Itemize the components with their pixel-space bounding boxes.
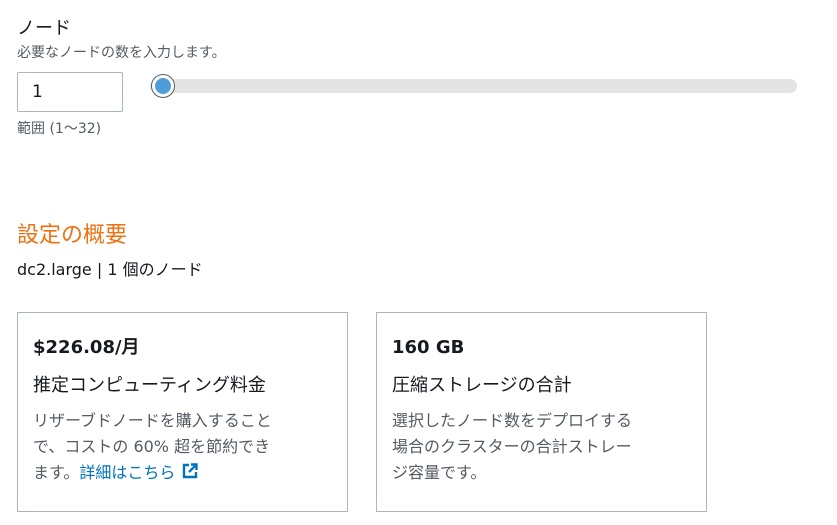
compute-desc-line: リザーブドノードを購入すること xyxy=(33,411,272,430)
slider-thumb[interactable] xyxy=(152,75,174,97)
storage-total-description: 選択したノード数をデプロイする 場合のクラスターの合計ストレー ジ容量です。 xyxy=(392,408,692,486)
storage-total-label: 圧縮ストレージの合計 xyxy=(392,375,572,396)
compute-desc-line-with-link: ます。詳細はこちら xyxy=(33,460,333,486)
node-configuration-panel: ノード 必要なノードの数を入力します。 範囲 (1〜32) 設定の概要 dc2.… xyxy=(0,0,837,525)
compute-cost-value: $226.08/月 xyxy=(33,337,140,358)
storage-total-value: 160 GB xyxy=(392,337,465,358)
storage-desc-line: 場合のクラスターの合計ストレー xyxy=(392,437,632,456)
compute-cost-description: リザーブドノードを購入すること で、コストの 60% 超を節約でき ます。詳細は… xyxy=(33,408,333,486)
compute-cost-card: $226.08/月 推定コンピューティング料金 リザーブドノードを購入すること … xyxy=(17,312,348,512)
summary-subtitle: dc2.large | 1 個のノード xyxy=(17,260,203,279)
storage-total-card: 160 GB 圧縮ストレージの合計 選択したノード数をデプロイする 場合のクラス… xyxy=(376,312,707,512)
learn-more-link-text[interactable]: 詳細はこちら xyxy=(79,463,175,482)
compute-desc-line: ます。 xyxy=(33,463,80,482)
node-field-label: ノード xyxy=(17,18,71,39)
storage-desc-line: ジ容量です。 xyxy=(392,463,487,482)
node-range-hint: 範囲 (1〜32) xyxy=(17,121,102,137)
external-link-icon[interactable] xyxy=(181,462,199,480)
compute-desc-line: で、コストの 60% 超を節約でき xyxy=(33,437,271,456)
node-count-input[interactable] xyxy=(17,72,123,112)
node-field-description: 必要なノードの数を入力します。 xyxy=(17,45,226,61)
storage-desc-line: 選択したノード数をデプロイする xyxy=(392,411,633,430)
summary-heading: 設定の概要 xyxy=(17,223,128,248)
node-count-slider[interactable] xyxy=(150,75,797,97)
slider-track[interactable] xyxy=(150,79,797,93)
learn-more-link[interactable]: 詳細はこちら xyxy=(79,463,199,482)
compute-cost-label: 推定コンピューティング料金 xyxy=(33,375,266,396)
